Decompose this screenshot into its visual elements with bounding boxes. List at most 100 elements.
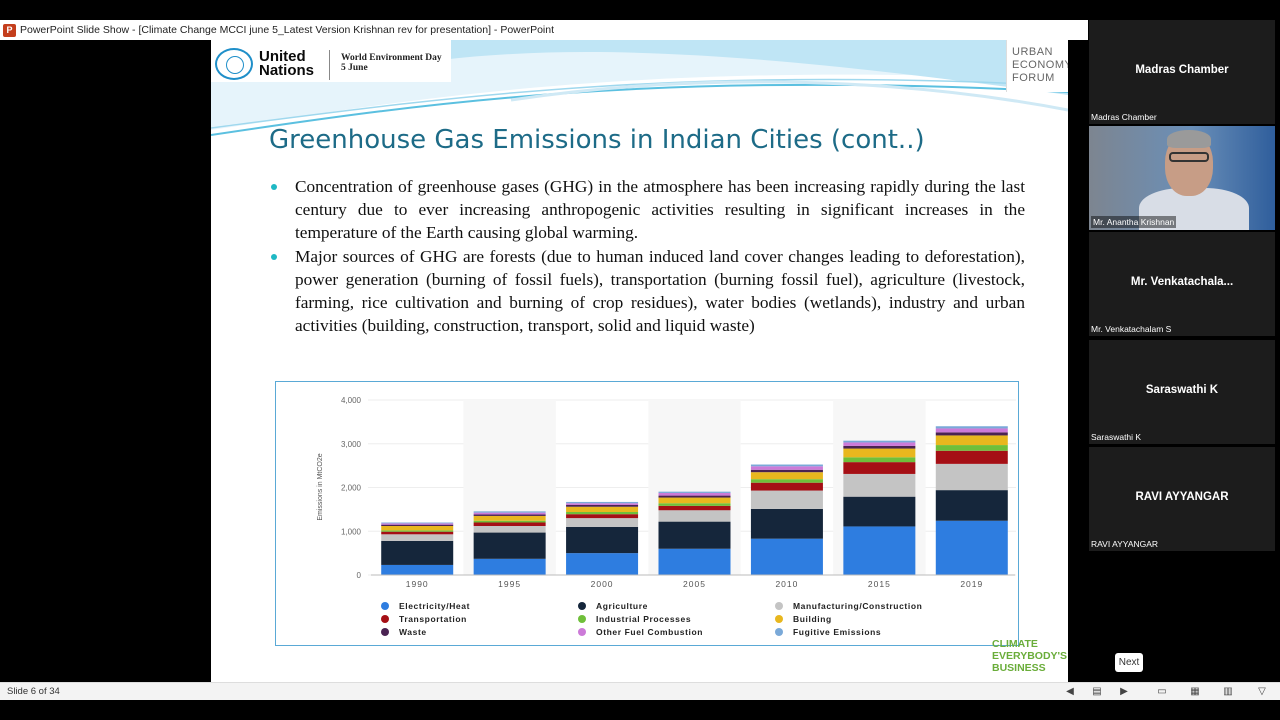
legend-label: Transportation: [399, 614, 467, 624]
bullet-dot-icon: [271, 184, 277, 190]
bar-segment: [658, 497, 731, 504]
participant-tile[interactable]: RAVI AYYANGAR RAVI AYYANGAR: [1089, 447, 1275, 551]
bar-segment: [843, 473, 916, 497]
bar-segment: [566, 526, 639, 554]
participant-label: Mr. Anantha Krishnan: [1091, 216, 1177, 228]
bar-segment: [473, 532, 546, 559]
slideshow-icon[interactable]: ▽: [1255, 685, 1269, 698]
slide[interactable]: United Nations World Environment Day 5 J…: [211, 40, 1068, 682]
participant-video-tile[interactable]: Mr. Anantha Krishnan: [1089, 126, 1275, 230]
bar-segment: [473, 520, 546, 523]
legend-label: Other Fuel Combustion: [596, 627, 703, 637]
participant-display-name: Mr. Venkatachala...: [1130, 276, 1234, 288]
legend-label: Fugitive Emissions: [793, 627, 881, 637]
bar-segment: [381, 530, 454, 532]
bar-segment: [750, 508, 823, 539]
participant-label: Mr. Venkatachalam S: [1091, 324, 1172, 334]
bar-segment: [381, 526, 454, 531]
bar-segment: [843, 457, 916, 463]
next-button[interactable]: Next: [1115, 653, 1143, 672]
title-bar: P PowerPoint Slide Show - [Climate Chang…: [0, 20, 1088, 40]
bar-segment: [935, 445, 1008, 451]
bar-segment: [843, 442, 916, 446]
bar-segment: [566, 512, 639, 515]
bar-segment: [473, 511, 546, 513]
x-tick-label: 2000: [591, 579, 614, 589]
bar-segment: [566, 518, 639, 527]
participant-label: RAVI AYYANGAR: [1091, 539, 1159, 549]
legend-marker: [381, 615, 389, 623]
bullet-item: Major sources of GHG are forests (due to…: [269, 245, 1025, 337]
legend-marker: [578, 602, 586, 610]
bar-segment: [566, 514, 639, 519]
bar-segment: [935, 520, 1008, 575]
bar-segment: [843, 496, 916, 527]
bar-segment: [843, 440, 916, 443]
y-tick-label: 0: [357, 571, 362, 580]
cyb-line3: BUSINESS: [992, 662, 1046, 674]
bar-segment: [658, 495, 731, 498]
participant-display-name: Saraswathi K: [1145, 384, 1219, 396]
cyb-line1: CLIMATE: [992, 638, 1038, 650]
powerpoint-icon: P: [3, 23, 16, 37]
participant-label: Madras Chamber: [1091, 112, 1157, 122]
uef-line2: ECONOMY: [1012, 59, 1068, 71]
participant-label: Saraswathi K: [1091, 432, 1142, 442]
un-logo: United Nations: [215, 48, 314, 80]
legend-marker: [775, 628, 783, 636]
logo-divider: [329, 50, 330, 80]
event-name: World Environment Day: [341, 53, 442, 63]
y-axis-label: Emissions in MtCO2e: [317, 453, 324, 520]
bar-segment: [658, 492, 731, 496]
status-bar: Slide 6 of 34 ◀ ▤ ▶ ▭ ▦ ▥ ▽: [0, 682, 1280, 700]
y-tick-label: 3,000: [341, 440, 362, 449]
participant-tile[interactable]: Saraswathi K Saraswathi K: [1089, 340, 1275, 444]
bullet-item: Concentration of greenhouse gases (GHG) …: [269, 175, 1025, 244]
person-hair: [1167, 130, 1211, 148]
normal-view-icon[interactable]: ▭: [1155, 685, 1169, 698]
bar-segment: [658, 491, 731, 493]
y-tick-label: 1,000: [341, 527, 362, 536]
bar-segment: [658, 521, 731, 549]
bar-segment: [750, 466, 823, 470]
legend-label: Electricity/Heat: [399, 601, 470, 611]
bar-segment: [750, 482, 823, 491]
participant-tile[interactable]: Madras Chamber Madras Chamber: [1089, 20, 1275, 124]
x-tick-label: 1995: [498, 579, 521, 589]
bar-segment: [381, 564, 454, 575]
event-date: 5 June: [341, 63, 368, 73]
bar-segment: [935, 432, 1008, 436]
reading-view-icon[interactable]: ▥: [1221, 685, 1235, 698]
x-tick-label: 2019: [960, 579, 983, 589]
bar-segment: [750, 464, 823, 467]
climate-everybodys-business-logo: CLIMATE EVERYBODY'S BUSINESS: [992, 638, 1067, 674]
menu-icon[interactable]: ▤: [1090, 685, 1104, 698]
bar-segment: [750, 469, 823, 473]
un-logo-line2: Nations: [259, 62, 315, 79]
participant-tile[interactable]: Mr. Venkatachala... Mr. Venkatachalam S: [1089, 232, 1275, 336]
window-title: PowerPoint Slide Show - [Climate Change …: [20, 24, 555, 36]
bar-segment: [843, 445, 916, 449]
event-label: World Environment Day 5 June: [341, 53, 442, 73]
legend-marker: [775, 602, 783, 610]
bar-segment: [566, 505, 639, 507]
bullet-text: Major sources of GHG are forests (due to…: [295, 247, 1025, 335]
legend-label: Industrial Processes: [596, 614, 691, 624]
participant-display-name: RAVI AYYANGAR: [1135, 491, 1229, 503]
bar-segment: [935, 463, 1008, 491]
uef-line1: URBAN: [1012, 46, 1054, 58]
bar-segment: [658, 510, 731, 522]
bar-segment: [381, 531, 454, 535]
bar-segment: [935, 450, 1008, 464]
bar-segment: [566, 501, 639, 504]
bar-segment: [566, 553, 639, 575]
bar-segment: [843, 526, 916, 575]
bar-segment: [658, 503, 731, 506]
slide-sorter-icon[interactable]: ▦: [1188, 685, 1202, 698]
next-slide-icon[interactable]: ▶: [1117, 685, 1131, 698]
bar-segment: [750, 490, 823, 509]
participant-display-name: Madras Chamber: [1135, 64, 1229, 76]
legend-marker: [381, 602, 389, 610]
bar-segment: [473, 514, 546, 516]
previous-slide-icon[interactable]: ◀: [1063, 685, 1077, 698]
